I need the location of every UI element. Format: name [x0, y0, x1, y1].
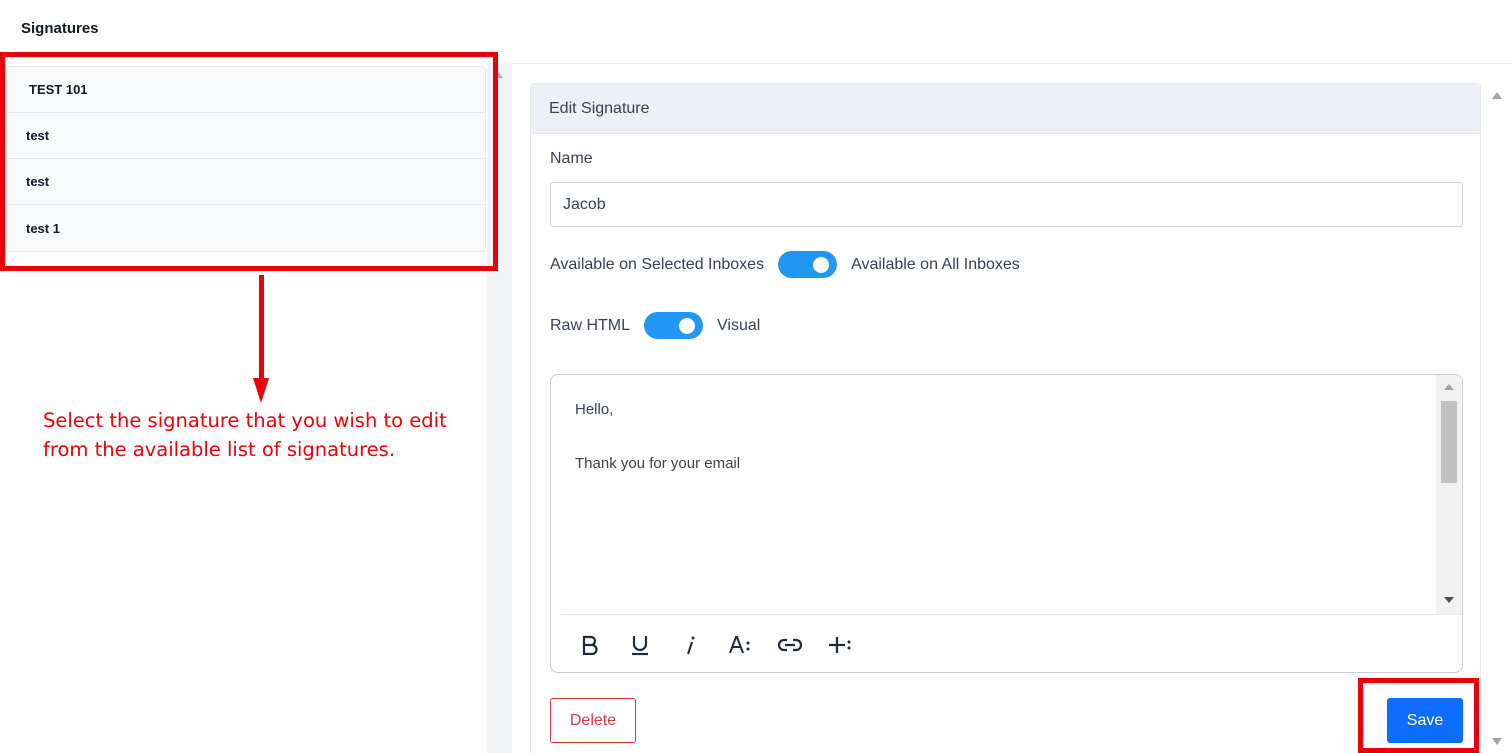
toggle-knob — [813, 257, 830, 273]
visual-label: Visual — [717, 316, 761, 334]
inbox-availability-toggle[interactable] — [778, 251, 838, 278]
signature-editor: Hello, Thank you for your email — [550, 374, 1463, 673]
editor-line: Thank you for your email — [575, 455, 741, 472]
toggle-knob — [679, 318, 696, 334]
annotation-arrow-line — [259, 275, 264, 379]
signatures-page: Signatures TEST 101 test test test 1 Sel… — [0, 0, 1511, 753]
raw-html-label: Raw HTML — [550, 316, 631, 334]
scroll-up-icon[interactable] — [1444, 384, 1454, 390]
scroll-up-icon[interactable] — [1492, 92, 1502, 99]
editor-line: Hello, — [575, 401, 614, 418]
all-inboxes-label: Available on All Inboxes — [851, 255, 1020, 273]
editor-scrollbar[interactable] — [1436, 375, 1462, 614]
delete-button[interactable]: Delete — [550, 698, 636, 743]
card-title: Edit Signature — [531, 84, 1480, 134]
scroll-up-icon[interactable] — [495, 72, 503, 78]
annotation-text: Select the signature that you wish to ed… — [43, 409, 447, 461]
signature-list: TEST 101 test test test 1 — [6, 66, 486, 252]
divider — [498, 63, 1511, 64]
signature-item[interactable]: test 1 — [7, 205, 485, 251]
inbox-availability-row: Available on Selected Inboxes Available … — [550, 251, 1020, 278]
edit-signature-card: Edit Signature Name Available on Selecte… — [530, 83, 1481, 753]
name-field[interactable] — [550, 182, 1463, 227]
page-title: Signatures — [21, 20, 99, 37]
scroll-down-icon[interactable] — [1444, 597, 1454, 603]
insert-more-icon[interactable] — [815, 625, 865, 665]
editor-mode-row: Raw HTML Visual — [550, 312, 760, 339]
underline-icon[interactable] — [615, 625, 665, 665]
link-icon[interactable] — [765, 625, 815, 665]
signature-item[interactable]: TEST 101 — [7, 67, 485, 113]
bold-icon[interactable] — [565, 625, 615, 665]
italic-icon[interactable] — [665, 625, 715, 665]
scrollbar-thumb[interactable] — [1441, 401, 1457, 483]
signature-item[interactable]: test — [7, 159, 485, 205]
name-label: Name — [550, 150, 593, 167]
list-scrollbar[interactable] — [487, 63, 512, 753]
editor-toolbar — [561, 614, 1462, 672]
signature-item[interactable]: test — [7, 113, 485, 159]
scroll-down-icon[interactable] — [1492, 738, 1502, 745]
editor-content[interactable]: Hello, Thank you for your email — [551, 375, 1437, 614]
page-scrollbar[interactable] — [1483, 83, 1511, 753]
save-button[interactable]: Save — [1387, 698, 1463, 743]
editor-mode-toggle[interactable] — [644, 312, 704, 339]
annotation-arrow-head — [253, 378, 269, 403]
selected-inboxes-label: Available on Selected Inboxes — [550, 255, 765, 273]
font-size-icon[interactable] — [715, 625, 765, 665]
